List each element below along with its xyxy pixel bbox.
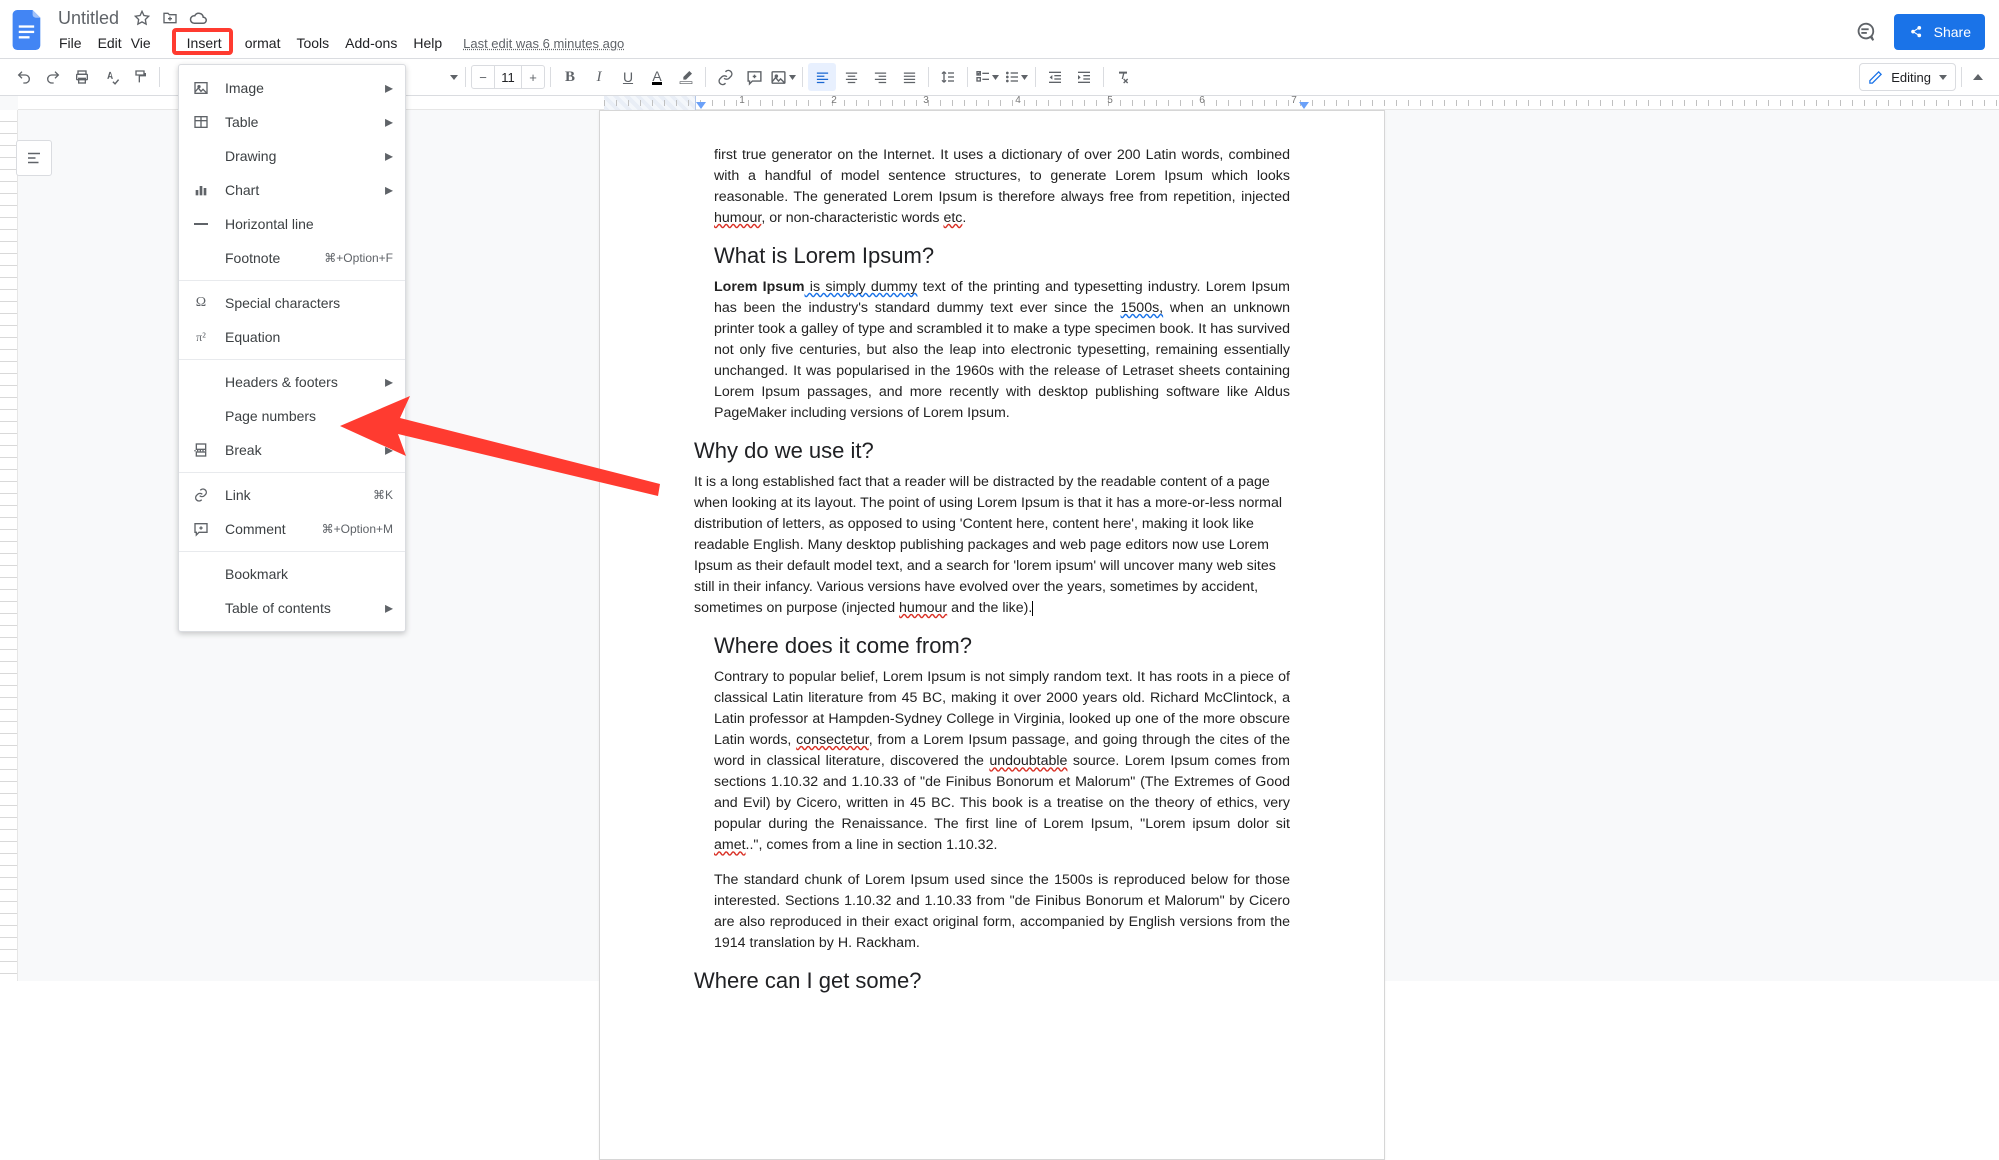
bulleted-list-button[interactable] — [1002, 63, 1030, 91]
text-color-button[interactable]: A — [643, 63, 671, 91]
title-column: Untitled File Edit Vie Insert ormat Tool… — [48, 6, 1850, 56]
heading[interactable]: What is Lorem Ipsum? — [694, 243, 1290, 269]
insert-headers-footers[interactable]: Headers & footers▸ — [179, 365, 405, 399]
break-icon — [191, 442, 211, 458]
image-icon — [191, 80, 211, 96]
last-edit-link[interactable]: Last edit was 6 minutes ago — [463, 36, 624, 51]
star-icon[interactable] — [133, 9, 151, 27]
menubar: File Edit Vie Insert ormat Tools Add-ons… — [52, 30, 1850, 56]
menu-addons[interactable]: Add-ons — [338, 31, 404, 55]
menu-insert[interactable]: Insert — [160, 31, 229, 55]
insert-table[interactable]: Table▸ — [179, 105, 405, 139]
share-button[interactable]: Share — [1894, 14, 1985, 50]
pi-icon: π² — [191, 330, 211, 345]
pencil-icon — [1868, 70, 1883, 85]
insert-comment-button[interactable] — [740, 63, 768, 91]
insert-special-characters[interactable]: ΩSpecial characters — [179, 286, 405, 320]
insert-comment[interactable]: Comment⌘+Option+M — [179, 512, 405, 546]
insert-horizontal-line[interactable]: Horizontal line — [179, 207, 405, 241]
paragraph[interactable]: Lorem Ipsum is simply dummy text of the … — [694, 277, 1290, 424]
table-icon — [191, 114, 211, 130]
document-page[interactable]: first true generator on the Internet. It… — [599, 110, 1385, 1160]
hide-menus-button[interactable] — [1967, 74, 1989, 80]
document-outline-button[interactable] — [16, 140, 52, 176]
bold-button[interactable]: B — [556, 63, 584, 91]
editing-mode-label: Editing — [1891, 70, 1931, 85]
share-label: Share — [1934, 24, 1971, 40]
heading[interactable]: Where does it come from? — [694, 633, 1290, 659]
paragraph[interactable]: It is a long established fact that a rea… — [694, 472, 1290, 619]
insert-equation[interactable]: π²Equation — [179, 320, 405, 354]
left-indent-marker[interactable] — [696, 102, 706, 109]
undo-button[interactable] — [10, 63, 38, 91]
checklist-button[interactable] — [973, 63, 1001, 91]
paragraph[interactable]: The standard chunk of Lorem Ipsum used s… — [694, 870, 1290, 954]
align-left-button[interactable] — [808, 63, 836, 91]
insert-bookmark[interactable]: Bookmark — [179, 557, 405, 591]
comment-icon — [191, 521, 211, 537]
ruler-numbers: 1234567 — [604, 95, 1340, 109]
move-icon[interactable] — [161, 9, 179, 27]
insert-image[interactable]: Image▸ — [179, 71, 405, 105]
link-icon — [191, 487, 211, 503]
document-title[interactable]: Untitled — [52, 6, 125, 31]
insert-link-button[interactable] — [711, 63, 739, 91]
italic-button[interactable]: I — [585, 63, 613, 91]
font-size-value[interactable]: 11 — [494, 66, 522, 88]
paragraph[interactable]: first true generator on the Internet. It… — [694, 145, 1290, 229]
editing-mode-button[interactable]: Editing — [1859, 63, 1956, 91]
insert-menu-dropdown: Image▸ Table▸ Drawing▸ Chart▸ Horizontal… — [178, 64, 406, 632]
clear-formatting-button[interactable] — [1109, 63, 1137, 91]
menu-edit[interactable]: Edit — [91, 31, 129, 55]
align-right-button[interactable] — [866, 63, 894, 91]
insert-link[interactable]: Link⌘K — [179, 478, 405, 512]
insert-page-numbers[interactable]: Page numbers▸ — [179, 399, 405, 433]
heading[interactable]: Why do we use it? — [694, 438, 1290, 464]
menu-help[interactable]: Help — [406, 31, 449, 55]
font-size-increase[interactable]: + — [522, 70, 544, 85]
underline-button[interactable]: U — [614, 63, 642, 91]
insert-footnote[interactable]: Footnote⌘+Option+F — [179, 241, 405, 275]
right-indent-marker[interactable] — [1299, 102, 1309, 109]
omega-icon: Ω — [191, 295, 211, 311]
menu-view[interactable]: Vie — [131, 31, 158, 55]
heading[interactable]: Where can I get some? — [694, 968, 1290, 994]
chart-icon — [191, 182, 211, 198]
font-caret-icon[interactable] — [450, 75, 460, 80]
spellcheck-button[interactable] — [97, 63, 125, 91]
insert-toc[interactable]: Table of contents▸ — [179, 591, 405, 625]
vertical-ruler[interactable] — [0, 110, 18, 981]
align-center-button[interactable] — [837, 63, 865, 91]
cloud-status-icon[interactable] — [189, 9, 207, 27]
insert-drawing[interactable]: Drawing▸ — [179, 139, 405, 173]
menu-tools[interactable]: Tools — [289, 31, 336, 55]
caret-down-icon — [1939, 75, 1947, 80]
print-button[interactable] — [68, 63, 96, 91]
comment-history-button[interactable] — [1850, 17, 1880, 47]
paint-format-button[interactable] — [126, 63, 154, 91]
increase-indent-button[interactable] — [1070, 63, 1098, 91]
paragraph[interactable]: Contrary to popular belief, Lorem Ipsum … — [694, 667, 1290, 856]
menu-file[interactable]: File — [52, 31, 89, 55]
font-size-control: − 11 + — [471, 65, 545, 89]
docs-logo-icon[interactable] — [8, 10, 48, 50]
insert-image-button[interactable] — [769, 63, 797, 91]
line-spacing-button[interactable] — [934, 63, 962, 91]
redo-button[interactable] — [39, 63, 67, 91]
titlebar: Untitled File Edit Vie Insert ormat Tool… — [0, 0, 1999, 58]
insert-chart[interactable]: Chart▸ — [179, 173, 405, 207]
horizontal-line-icon — [191, 216, 211, 232]
align-justify-button[interactable] — [895, 63, 923, 91]
highlight-color-button[interactable] — [672, 63, 700, 91]
decrease-indent-button[interactable] — [1041, 63, 1069, 91]
menu-format[interactable]: ormat — [231, 31, 288, 55]
font-size-decrease[interactable]: − — [472, 70, 494, 85]
insert-break[interactable]: Break▸ — [179, 433, 405, 467]
